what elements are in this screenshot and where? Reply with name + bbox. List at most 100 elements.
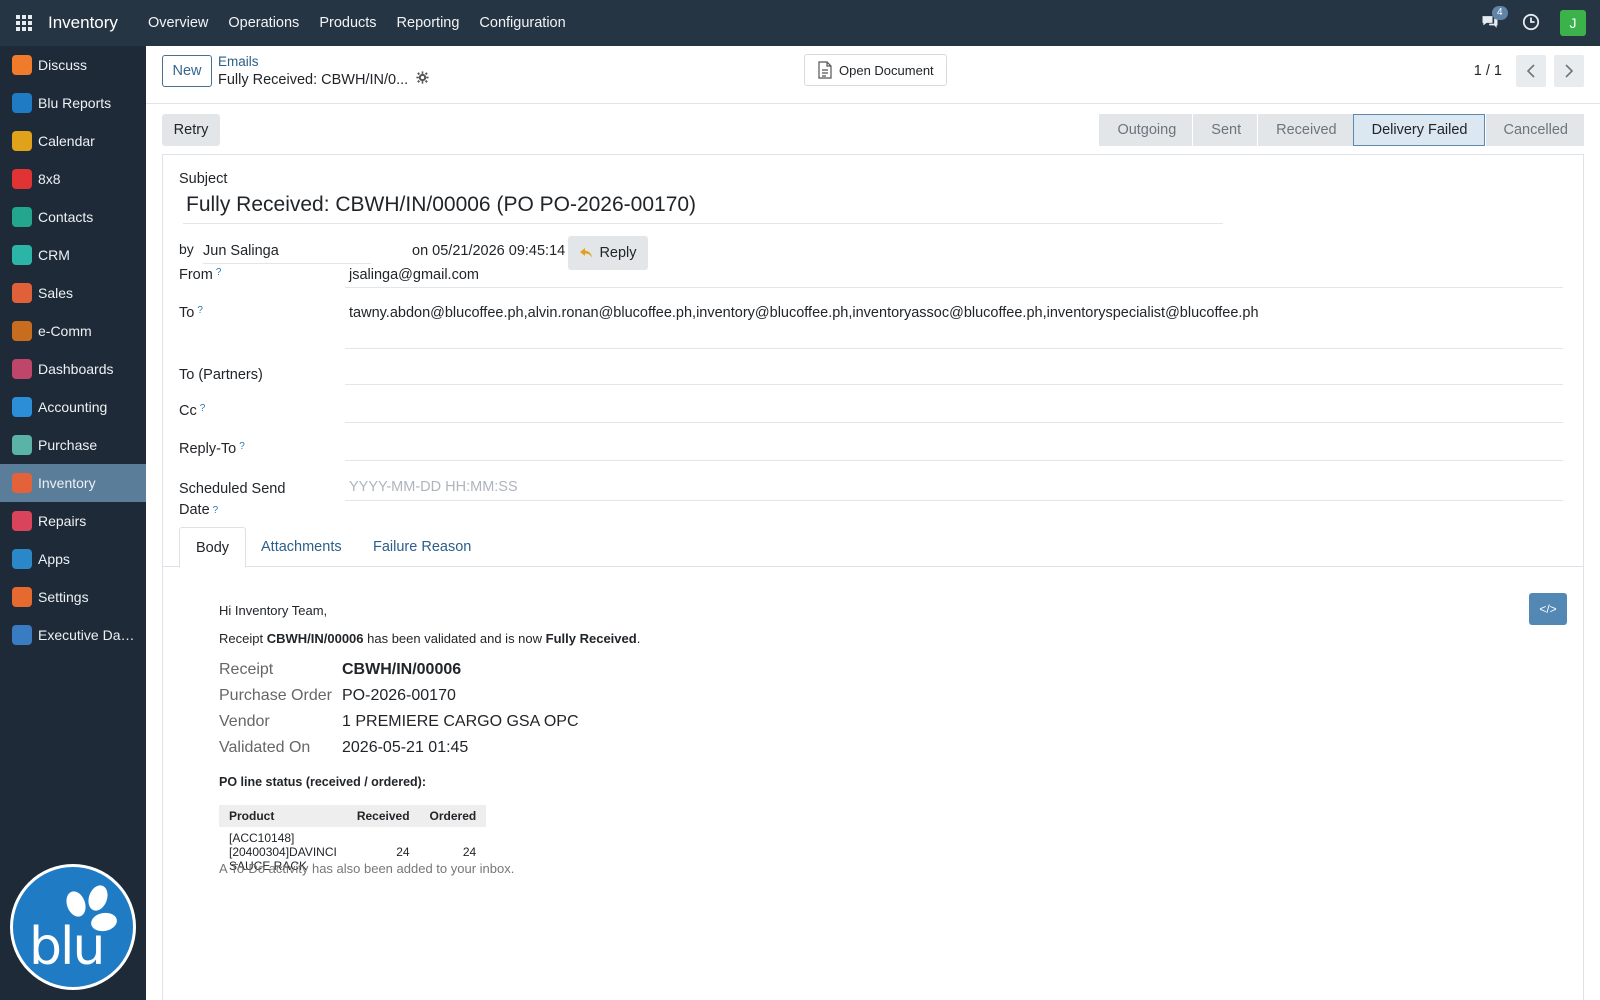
to-field[interactable]: tawny.abdon@blucoffee.ph,alvin.ronan@blu… [345, 305, 1563, 349]
sidebar-item-inventory[interactable]: Inventory [0, 464, 146, 502]
menu-configuration[interactable]: Configuration [469, 15, 575, 31]
sidebar-item-ecomm[interactable]: e-Comm [0, 312, 146, 350]
stage-cancelled[interactable]: Cancelled [1484, 114, 1584, 146]
sidebar-item-label: e-Comm [38, 323, 92, 339]
to-partners-field[interactable] [345, 363, 1563, 385]
app-sidebar: Discuss Blu Reports Calendar 8x8 Contacts CRM… [0, 46, 146, 1000]
gear-icon[interactable] [416, 71, 429, 88]
ecomm-icon [12, 321, 32, 341]
sidebar-item-discuss[interactable]: Discuss [0, 46, 146, 84]
pager-next-button[interactable] [1554, 55, 1584, 87]
sidebar-item-settings[interactable]: Settings [0, 578, 146, 616]
col-received: Received [346, 805, 420, 827]
sidebar-item-purchase[interactable]: Purchase [0, 426, 146, 464]
chat-icon[interactable]: 4 [1480, 6, 1508, 34]
stage-received[interactable]: Received [1257, 114, 1353, 146]
sidebar-item-8x8[interactable]: 8x8 [0, 160, 146, 198]
from-field[interactable]: jsalinga@gmail.com [345, 267, 1563, 288]
sidebar-item-crm[interactable]: CRM [0, 236, 146, 274]
sidebar-item-dashboards[interactable]: Dashboards [0, 350, 146, 388]
blu-logo: blu [10, 864, 136, 990]
stage-outgoing[interactable]: Outgoing [1099, 114, 1193, 146]
sidebar-item-label: Executive Das... [38, 627, 138, 643]
reply-label: Reply [599, 245, 637, 261]
contacts-icon [12, 207, 32, 227]
user-avatar[interactable]: J [1560, 10, 1586, 36]
open-document-button[interactable]: Open Document [804, 54, 947, 86]
systray: 4 J [1480, 0, 1586, 46]
sidebar-item-apps[interactable]: Apps [0, 540, 146, 578]
sidebar-item-repairs[interactable]: Repairs [0, 502, 146, 540]
status-stages: Outgoing Sent Received Delivery Failed C… [1099, 114, 1584, 146]
reply-to-field[interactable] [345, 439, 1563, 461]
sidebar-item-executive-dashboard[interactable]: Executive Das... [0, 616, 146, 654]
accounting-icon [12, 397, 32, 417]
sidebar-item-blu-reports[interactable]: Blu Reports [0, 84, 146, 122]
tab-attachments[interactable]: Attachments [245, 527, 358, 567]
sidebar-item-label: Purchase [38, 437, 98, 453]
sidebar-item-label: Sales [38, 285, 74, 301]
cc-field[interactable] [345, 401, 1563, 423]
sidebar-item-label: Blu Reports [38, 95, 112, 111]
menu-reporting[interactable]: Reporting [387, 15, 470, 31]
pager-previous-button[interactable] [1516, 55, 1546, 87]
author-field[interactable]: Jun Salinga [203, 243, 371, 264]
app-brand[interactable]: Inventory [48, 13, 118, 33]
reply-icon [580, 248, 593, 258]
crm-icon [12, 245, 32, 265]
menu-operations[interactable]: Operations [218, 15, 309, 31]
blu-reports-icon [12, 93, 32, 113]
cc-help-icon[interactable]: ? [200, 403, 206, 414]
to-help-icon[interactable]: ? [197, 305, 203, 316]
sales-icon [12, 283, 32, 303]
pager-value[interactable]: 1 / 1 [1474, 63, 1502, 79]
to-label: To? [179, 305, 203, 321]
sidebar-item-label: 8x8 [38, 171, 61, 187]
activity-clock-icon[interactable] [1522, 13, 1540, 34]
apps-menu-icon[interactable] [0, 0, 48, 46]
chat-count-badge: 4 [1492, 6, 1508, 20]
from-help-icon[interactable]: ? [216, 267, 222, 278]
open-document-label: Open Document [839, 62, 934, 78]
repairs-icon [12, 511, 32, 531]
settings-icon [12, 587, 32, 607]
sidebar-item-calendar[interactable]: Calendar [0, 122, 146, 160]
menu-overview[interactable]: Overview [138, 15, 218, 31]
tab-body[interactable]: Body [179, 527, 247, 568]
stage-sent[interactable]: Sent [1192, 114, 1258, 146]
scheduled-date-field[interactable]: YYYY-MM-DD HH:MM:SS [345, 479, 1563, 501]
email-intro-line: Receipt CBWH/IN/00006 has been validated… [219, 631, 641, 646]
sidebar-item-label: Calendar [38, 133, 95, 149]
breadcrumb-current: Fully Received: CBWH/IN/0... [218, 71, 429, 88]
reply-to-help-icon[interactable]: ? [239, 441, 245, 452]
subject-field[interactable]: Fully Received: CBWH/IN/00006 (PO PO-202… [183, 193, 1223, 224]
col-ordered: Ordered [419, 805, 487, 827]
code-view-button[interactable]: </> [1529, 593, 1567, 625]
sidebar-item-label: Discuss [38, 57, 88, 73]
sidebar-item-label: CRM [38, 247, 70, 263]
menu-products[interactable]: Products [309, 15, 386, 31]
scheduled-help-icon[interactable]: ? [213, 505, 219, 516]
top-navbar: Inventory Overview Operations Products R… [0, 0, 1600, 46]
breadcrumb-emails[interactable]: Emails [218, 54, 259, 69]
sent-date: on 05/21/2026 09:45:14 [412, 243, 566, 259]
tab-failure-reason[interactable]: Failure Reason [357, 527, 487, 567]
document-icon [818, 61, 832, 79]
sidebar-item-label: Apps [38, 551, 70, 567]
chevron-left-icon [1526, 64, 1535, 78]
calendar-icon [12, 131, 32, 151]
new-button[interactable]: New [162, 55, 212, 87]
sidebar-item-label: Inventory [38, 475, 96, 491]
sidebar-item-contacts[interactable]: Contacts [0, 198, 146, 236]
sidebar-item-accounting[interactable]: Accounting [0, 388, 146, 426]
by-label: by [179, 241, 194, 257]
reply-button[interactable]: Reply [568, 236, 648, 270]
inventory-icon [12, 473, 32, 493]
sidebar-item-label: Dashboards [38, 361, 114, 377]
stage-delivery-failed[interactable]: Delivery Failed [1352, 114, 1485, 146]
email-greeting: Hi Inventory Team, [219, 603, 328, 618]
sidebar-item-sales[interactable]: Sales [0, 274, 146, 312]
dashboards-icon [12, 359, 32, 379]
from-label: From? [179, 267, 222, 283]
retry-button[interactable]: Retry [162, 114, 220, 146]
